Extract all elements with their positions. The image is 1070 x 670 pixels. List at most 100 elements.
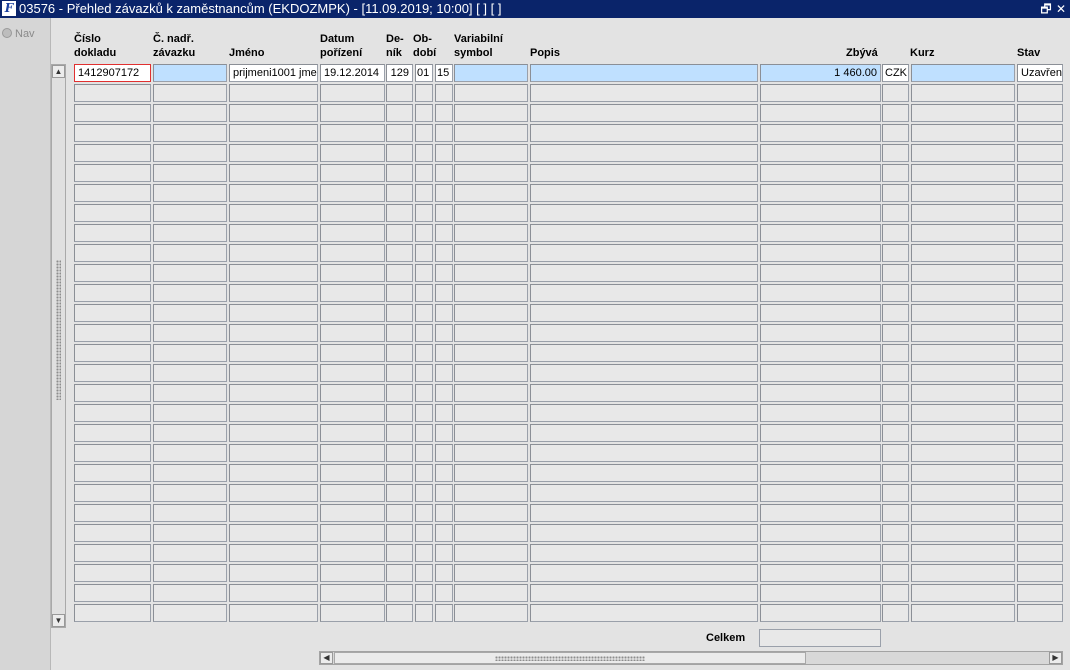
grid-cell[interactable] <box>320 424 385 442</box>
grid-cell[interactable] <box>74 424 151 442</box>
grid-cell[interactable] <box>386 464 413 482</box>
grid-cell[interactable] <box>153 304 227 322</box>
grid-cell[interactable] <box>320 544 385 562</box>
grid-cell[interactable] <box>882 564 909 582</box>
scroll-left-icon[interactable]: ◀ <box>320 652 333 664</box>
grid-cell[interactable] <box>435 344 453 362</box>
grid-cell[interactable] <box>229 204 318 222</box>
cell-variabilni-symbol[interactable] <box>454 64 528 82</box>
grid-cell[interactable] <box>911 304 1015 322</box>
grid-cell[interactable] <box>1017 344 1063 362</box>
grid-cell[interactable] <box>229 184 318 202</box>
grid-cell[interactable] <box>454 224 528 242</box>
grid-cell[interactable] <box>415 104 433 122</box>
grid-cell[interactable] <box>530 304 758 322</box>
grid-cell[interactable] <box>454 424 528 442</box>
grid-cell[interactable] <box>530 124 758 142</box>
scroll-right-icon[interactable]: ▶ <box>1049 652 1062 664</box>
vertical-scrollbar[interactable]: ▲ ▼ <box>51 64 66 628</box>
grid-cell[interactable] <box>320 604 385 622</box>
grid-cell[interactable] <box>760 344 881 362</box>
grid-cell[interactable] <box>882 344 909 362</box>
grid-cell[interactable] <box>911 124 1015 142</box>
grid-cell[interactable] <box>435 144 453 162</box>
grid-cell[interactable] <box>760 284 881 302</box>
grid-cell[interactable] <box>760 144 881 162</box>
grid-cell[interactable] <box>415 504 433 522</box>
grid-cell[interactable] <box>760 404 881 422</box>
grid-cell[interactable] <box>911 544 1015 562</box>
grid-cell[interactable] <box>74 584 151 602</box>
grid-cell[interactable] <box>386 384 413 402</box>
grid-cell[interactable] <box>153 584 227 602</box>
grid-cell[interactable] <box>760 524 881 542</box>
grid-cell[interactable] <box>320 444 385 462</box>
grid-cell[interactable] <box>320 524 385 542</box>
grid-cell[interactable] <box>435 604 453 622</box>
grid-cell[interactable] <box>229 504 318 522</box>
grid-cell[interactable] <box>760 504 881 522</box>
grid-cell[interactable] <box>435 464 453 482</box>
grid-cell[interactable] <box>1017 584 1063 602</box>
grid-cell[interactable] <box>435 524 453 542</box>
grid-cell[interactable] <box>229 284 318 302</box>
grid-cell[interactable] <box>415 184 433 202</box>
grid-cell[interactable] <box>74 544 151 562</box>
grid-cell[interactable] <box>530 444 758 462</box>
cell-jmeno[interactable]: prijmeni1001 jmen <box>229 64 318 82</box>
grid-cell[interactable] <box>454 464 528 482</box>
grid-cell[interactable] <box>530 564 758 582</box>
grid-cell[interactable] <box>911 104 1015 122</box>
grid-cell[interactable] <box>911 244 1015 262</box>
grid-cell[interactable] <box>882 104 909 122</box>
grid-cell[interactable] <box>415 404 433 422</box>
grid-cell[interactable] <box>454 564 528 582</box>
grid-cell[interactable] <box>911 564 1015 582</box>
grid-cell[interactable] <box>153 164 227 182</box>
grid-cell[interactable] <box>911 444 1015 462</box>
grid-cell[interactable] <box>386 564 413 582</box>
grid-cell[interactable] <box>320 244 385 262</box>
grid-cell[interactable] <box>1017 604 1063 622</box>
grid-cell[interactable] <box>882 484 909 502</box>
grid-cell[interactable] <box>911 144 1015 162</box>
grid-cell[interactable] <box>760 444 881 462</box>
grid-cell[interactable] <box>153 464 227 482</box>
grid-cell[interactable] <box>911 284 1015 302</box>
cell-cislo-dokladu[interactable]: 1412907172 <box>74 64 151 82</box>
grid-cell[interactable] <box>153 344 227 362</box>
grid-cell[interactable] <box>435 324 453 342</box>
grid-cell[interactable] <box>882 404 909 422</box>
grid-cell[interactable] <box>530 524 758 542</box>
grid-cell[interactable] <box>435 484 453 502</box>
grid-cell[interactable] <box>882 504 909 522</box>
grid-cell[interactable] <box>153 124 227 142</box>
grid-cell[interactable] <box>882 184 909 202</box>
grid-cell[interactable] <box>1017 444 1063 462</box>
grid-cell[interactable] <box>454 604 528 622</box>
grid-cell[interactable] <box>320 204 385 222</box>
grid-cell[interactable] <box>530 164 758 182</box>
grid-cell[interactable] <box>1017 264 1063 282</box>
grid-cell[interactable] <box>454 444 528 462</box>
grid-cell[interactable] <box>760 484 881 502</box>
grid-cell[interactable] <box>435 584 453 602</box>
grid-cell[interactable] <box>454 404 528 422</box>
grid-cell[interactable] <box>435 424 453 442</box>
grid-cell[interactable] <box>435 564 453 582</box>
grid-cell[interactable] <box>911 404 1015 422</box>
grid-cell[interactable] <box>415 204 433 222</box>
grid-cell[interactable] <box>1017 184 1063 202</box>
grid-cell[interactable] <box>911 224 1015 242</box>
grid-cell[interactable] <box>74 224 151 242</box>
grid-cell[interactable] <box>74 464 151 482</box>
grid-cell[interactable] <box>1017 564 1063 582</box>
grid-cell[interactable] <box>435 364 453 382</box>
grid-cell[interactable] <box>530 504 758 522</box>
grid-cell[interactable] <box>153 364 227 382</box>
grid-cell[interactable] <box>882 304 909 322</box>
grid-cell[interactable] <box>760 164 881 182</box>
grid-cell[interactable] <box>386 104 413 122</box>
grid-cell[interactable] <box>530 224 758 242</box>
grid-cell[interactable] <box>229 164 318 182</box>
